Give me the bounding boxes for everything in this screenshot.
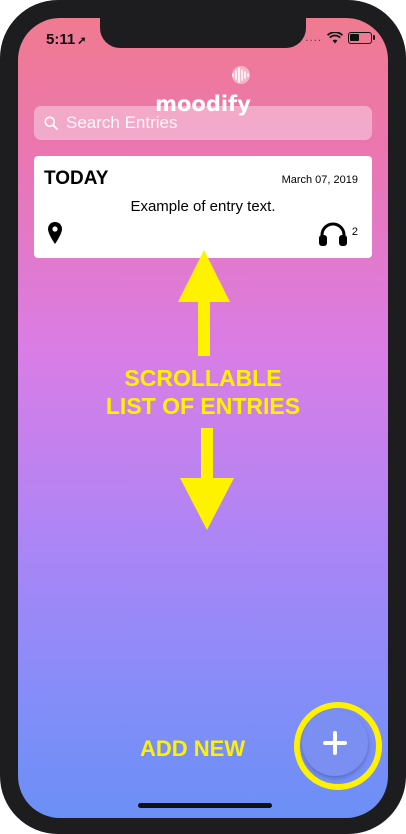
- app-screen: 5:11 ➚ .... moodify Search Entries TODAY…: [18, 18, 388, 818]
- add-new-annotation: ADD NEW: [140, 736, 246, 761]
- status-icons: ....: [305, 32, 375, 44]
- headphones-icon: [319, 222, 347, 246]
- entry-card[interactable]: TODAY March 07, 2019 Example of entry te…: [34, 156, 372, 258]
- search-input[interactable]: [64, 112, 358, 134]
- location-arrow-icon: ➚: [77, 35, 87, 47]
- add-entry-button[interactable]: [302, 710, 368, 776]
- plus-icon: [323, 731, 347, 755]
- home-indicator[interactable]: [138, 803, 272, 808]
- soundwave-icon: [232, 66, 250, 84]
- arrow-up-annotation: [178, 250, 230, 356]
- scroll-annotation-line1: SCROLLABLE: [124, 365, 282, 391]
- scroll-annotation-line2: LIST OF ENTRIES: [105, 393, 301, 419]
- entry-date: March 07, 2019: [281, 174, 358, 186]
- location-pin-icon: [48, 222, 62, 244]
- song-count: 2: [351, 226, 358, 238]
- entry-text: Example of entry text.: [130, 198, 276, 215]
- search-icon: [44, 116, 58, 130]
- phone-frame: 5:11 ➚ .... moodify Search Entries TODAY…: [0, 0, 406, 834]
- arrow-down-annotation: [180, 428, 234, 530]
- status-time: 5:11 ➚: [46, 31, 86, 48]
- entry-title: TODAY: [44, 168, 109, 189]
- search-bar[interactable]: [34, 106, 372, 140]
- device-notch: [100, 18, 306, 48]
- status-time-text: 5:11: [46, 31, 76, 48]
- battery-charging-icon: [348, 32, 375, 44]
- cellular-signal-icon: ....: [305, 32, 322, 44]
- wifi-icon: [327, 32, 343, 44]
